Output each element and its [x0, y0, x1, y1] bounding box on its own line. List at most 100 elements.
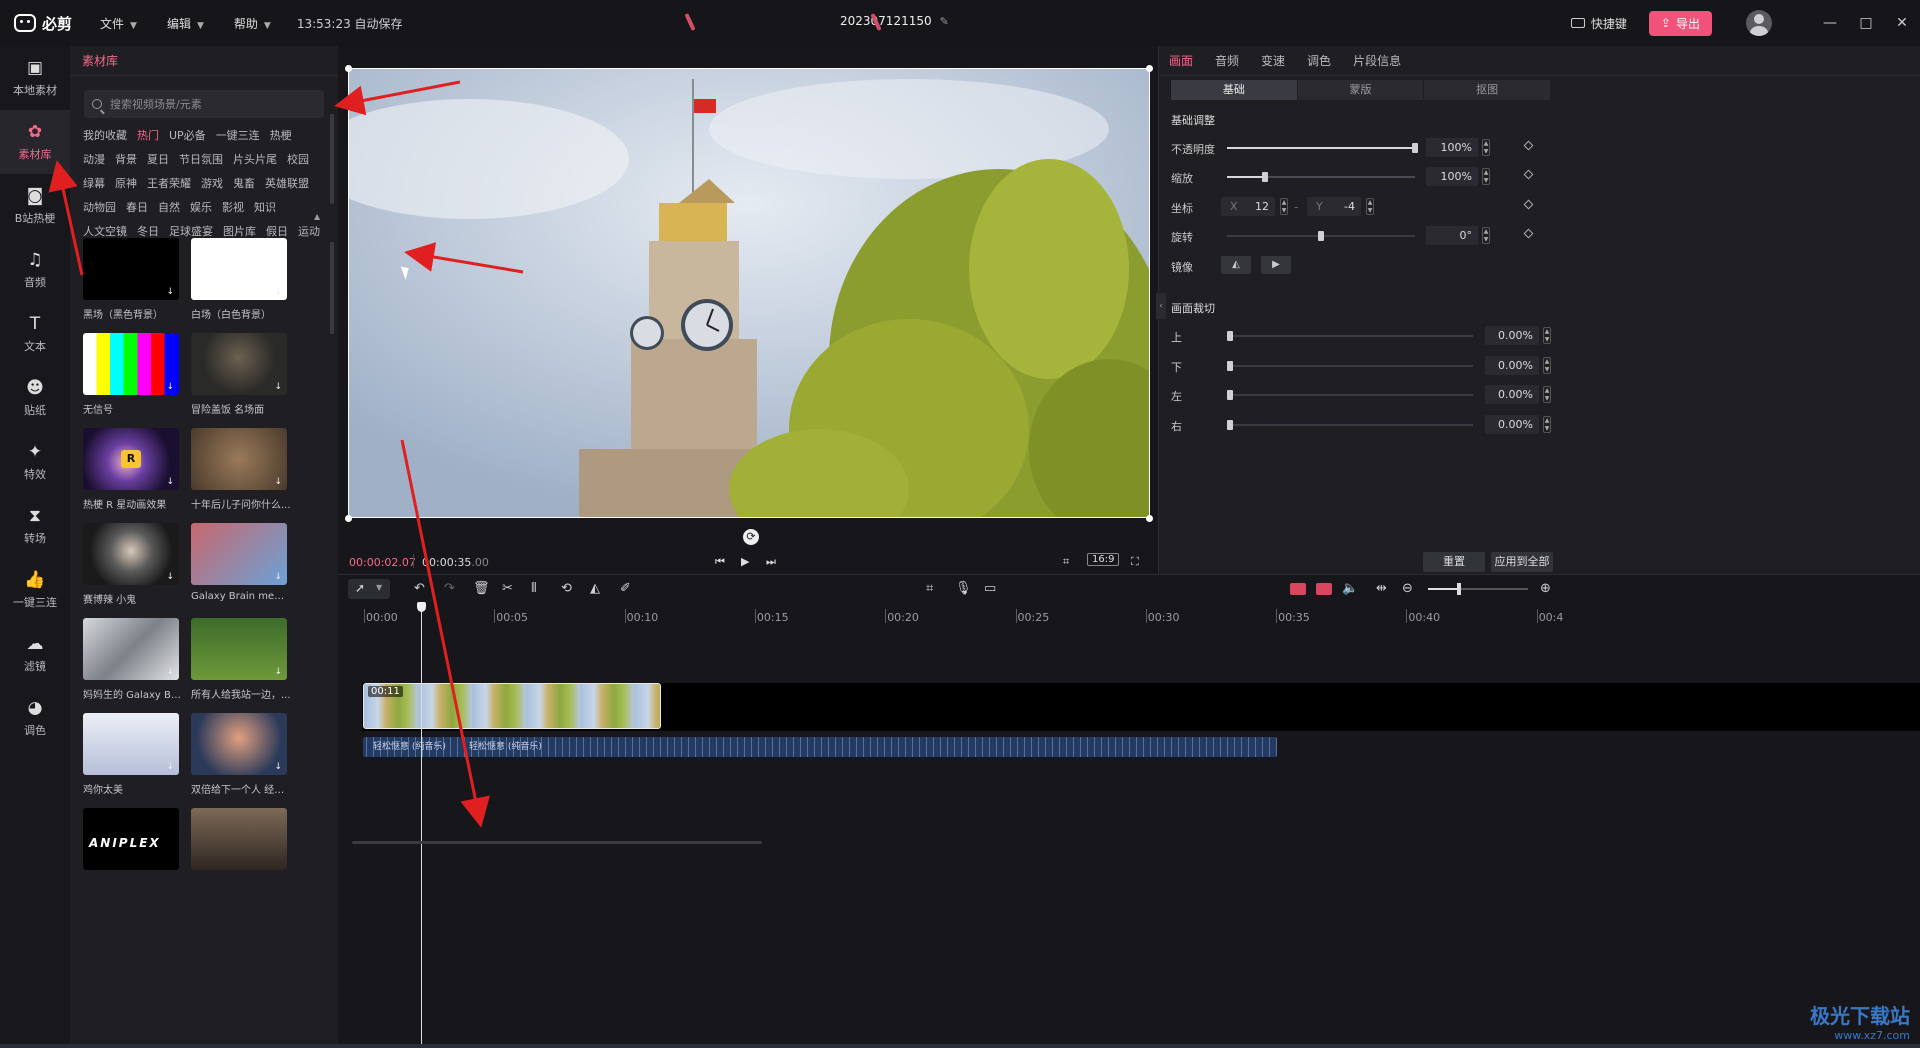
timeline-zoom-slider[interactable]	[1428, 583, 1528, 595]
category-tag[interactable]: 自然	[158, 200, 180, 216]
material-item[interactable]: ↓ 鸡你太美	[83, 713, 179, 808]
material-item[interactable]: ↓ 双倍给下一个人 经典...	[191, 713, 291, 808]
crop-stepper-icon[interactable]: ▲ ▼	[1543, 356, 1551, 374]
download-icon[interactable]: ↓	[274, 287, 282, 297]
rail-item-4[interactable]: T 文本	[0, 302, 70, 366]
category-tag[interactable]: 鬼畜	[233, 176, 255, 192]
subtab-matting[interactable]: 抠图	[1424, 80, 1552, 100]
tab-audio[interactable]: 音频	[1215, 52, 1239, 69]
material-search-box[interactable]	[84, 90, 324, 118]
opacity-slider-knob[interactable]	[1412, 143, 1418, 153]
download-icon[interactable]: ↓	[274, 382, 282, 392]
edit-pencil-icon[interactable]: ✎	[940, 15, 949, 28]
download-icon[interactable]: ↓	[274, 572, 282, 582]
category-tag[interactable]: 片头片尾	[233, 152, 277, 168]
category-tag[interactable]: 运动	[298, 224, 320, 240]
category-tag[interactable]: 我的收藏	[83, 128, 127, 144]
download-icon[interactable]: ↓	[274, 762, 282, 772]
shortcut-button[interactable]: 快捷键	[1570, 15, 1627, 32]
position-y-field[interactable]: Y -4	[1307, 197, 1361, 216]
skip-forward-icon[interactable]: ⏭	[766, 555, 776, 569]
material-item[interactable]: R ↓ 热梗 R 星动画效果	[83, 428, 179, 523]
rail-item-8[interactable]: 👍 一键三连	[0, 558, 70, 622]
material-thumbnail[interactable]: ↓	[83, 713, 179, 775]
category-tag[interactable]: UP必备	[169, 128, 206, 144]
tab-picture[interactable]: 画面	[1169, 52, 1193, 69]
material-thumbnail[interactable]: ↓	[83, 618, 179, 680]
material-thumbnail[interactable]: ↓	[191, 333, 287, 395]
rail-item-6[interactable]: ✦ 特效	[0, 430, 70, 494]
category-tag[interactable]: 热门	[137, 128, 159, 144]
category-tag[interactable]: 游戏	[201, 176, 223, 192]
keyframe-diamond-icon[interactable]	[1523, 140, 1534, 151]
video-clip[interactable]: 00:11	[363, 683, 661, 729]
download-icon[interactable]: ↓	[166, 572, 174, 582]
magnet-snap-icon[interactable]	[1290, 583, 1306, 595]
material-thumbnail[interactable]: ↓	[191, 238, 287, 300]
apply-all-button[interactable]: 应用到全部	[1491, 552, 1553, 572]
download-icon[interactable]: ↓	[166, 477, 174, 487]
project-title[interactable]: 202307121150 ✎	[840, 14, 949, 28]
position-x-stepper-icon[interactable]: ▲ ▼	[1280, 198, 1288, 215]
download-icon[interactable]: ↓	[274, 667, 282, 677]
subtab-basic[interactable]: 基础	[1171, 80, 1298, 100]
category-tag[interactable]: 校园	[287, 152, 309, 168]
material-item[interactable]	[191, 808, 287, 903]
material-search-input[interactable]	[110, 97, 310, 111]
material-thumbnail[interactable]: ANIPLEX	[83, 808, 179, 870]
material-item[interactable]: ↓ 无信号	[83, 333, 179, 428]
screen-capture-icon[interactable]: ⌗	[926, 581, 933, 596]
menu-edit[interactable]: 编辑 ▼	[167, 15, 204, 32]
reset-button[interactable]: 重置	[1423, 552, 1485, 572]
scale-stepper-icon[interactable]: ▲ ▼	[1482, 168, 1490, 185]
rotate-value[interactable]: 0°	[1426, 226, 1478, 245]
position-y-stepper-icon[interactable]: ▲ ▼	[1366, 198, 1374, 215]
mirror-horizontal-icon[interactable]: ◭	[1221, 256, 1251, 274]
close-button[interactable]: ✕	[1884, 15, 1920, 31]
material-thumbnail[interactable]: R ↓	[83, 428, 179, 490]
material-item[interactable]: ↓ 十年后儿子问你什么...	[191, 428, 291, 523]
scale-slider[interactable]	[1227, 172, 1415, 182]
crop-value[interactable]: 0.00%	[1485, 414, 1539, 434]
rail-item-2[interactable]: ◙ B站热梗	[0, 174, 70, 238]
rail-item-5[interactable]: ☻ 贴纸	[0, 366, 70, 430]
reverse-icon[interactable]: ⟲	[561, 581, 572, 596]
subtab-mask[interactable]: 蒙版	[1298, 80, 1425, 100]
scale-value[interactable]: 100%	[1426, 167, 1478, 186]
category-tag[interactable]: 英雄联盟	[265, 176, 309, 192]
scale-slider-knob[interactable]	[1261, 172, 1268, 182]
crop-icon[interactable]: ⌗	[1063, 555, 1069, 569]
mirror-vertical-icon[interactable]: ▶	[1261, 256, 1291, 274]
rail-item-9[interactable]: ☁ 滤镜	[0, 622, 70, 686]
material-item[interactable]: ↓ 白场（白色背景）	[191, 238, 287, 333]
crop-stepper-icon[interactable]: ▲ ▼	[1543, 327, 1551, 344]
material-item[interactable]: ↓ 黑场（黑色背景）	[83, 238, 179, 333]
opacity-value[interactable]: 100%	[1426, 138, 1478, 157]
split-view-icon[interactable]: ⇹	[1376, 581, 1387, 596]
keyframe-diamond-icon[interactable]	[1523, 199, 1534, 210]
category-tag[interactable]: 夏日	[147, 152, 169, 168]
category-tag[interactable]: 动物园	[83, 200, 116, 216]
select-tool-button[interactable]: ➚ ▼	[348, 579, 390, 599]
category-tag[interactable]: 绿幕	[83, 176, 105, 192]
skip-back-icon[interactable]: ⏮	[715, 555, 725, 569]
tab-speed[interactable]: 变速	[1261, 52, 1285, 69]
download-icon[interactable]: ↓	[166, 287, 174, 297]
rail-item-3[interactable]: ♫ 音频	[0, 238, 70, 302]
keyframe-diamond-icon[interactable]	[1523, 228, 1534, 239]
collapse-tags-icon[interactable]: ▲	[314, 212, 320, 221]
tab-color[interactable]: 调色	[1307, 52, 1331, 69]
opacity-slider[interactable]	[1227, 143, 1418, 153]
fullscreen-icon[interactable]: ⛶	[1131, 555, 1139, 569]
split-scissors-icon[interactable]: ✂	[502, 581, 513, 596]
crop-slider-knob[interactable]	[1227, 390, 1233, 400]
category-tag[interactable]: 节日氛围	[179, 152, 223, 168]
mute-icon[interactable]: 🔈	[1342, 581, 1358, 596]
crop-value[interactable]: 0.00%	[1485, 385, 1539, 404]
rotate-stepper-icon[interactable]: ▲ ▼	[1482, 227, 1490, 244]
crop-value[interactable]: 0.00%	[1485, 326, 1539, 345]
material-thumbnail[interactable]: ↓	[83, 523, 179, 585]
material-thumbnail[interactable]: ↓	[83, 333, 179, 395]
crop-slider[interactable]	[1227, 390, 1473, 400]
microphone-icon[interactable]: 🎙	[955, 581, 972, 596]
